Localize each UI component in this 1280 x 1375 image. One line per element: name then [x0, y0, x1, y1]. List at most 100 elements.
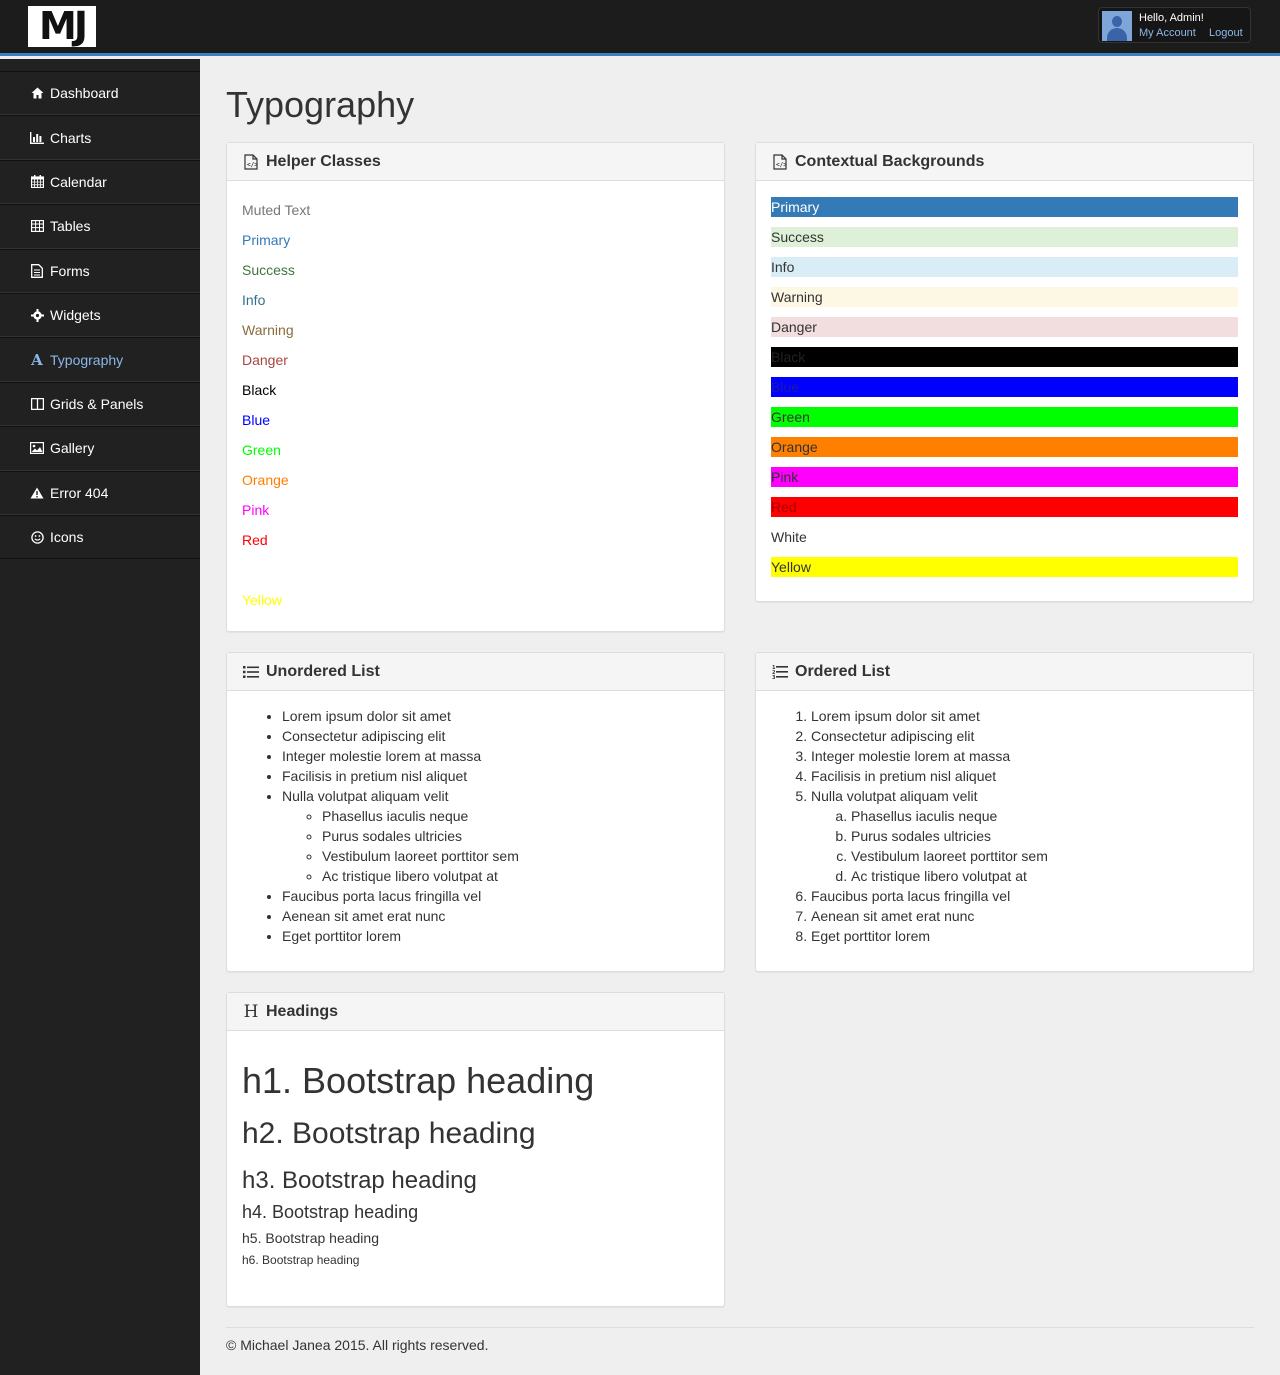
panel-heading: </> Contextual Backgrounds [756, 143, 1253, 181]
list-item: Vestibulum laoreet porttitor sem [851, 846, 1238, 866]
ordered-list-body: Lorem ipsum dolor sit ametConsectetur ad… [756, 691, 1253, 961]
panel-heading: </> Helper Classes [227, 143, 724, 181]
sidebar-item-charts[interactable]: Charts [0, 115, 200, 160]
list-item: Consectetur adipiscing elit [811, 726, 1238, 746]
font-icon: A [31, 350, 43, 369]
footer-divider [226, 1327, 1254, 1328]
list-item: Faucibus porta lacus fringilla vel [282, 886, 709, 906]
bg-blue: Blue [771, 377, 1238, 397]
gear-icon [30, 308, 44, 322]
file-code-icon: </> [243, 153, 259, 170]
page-title: Typography [226, 84, 415, 125]
heading-h5: h5. Bootstrap heading [242, 1230, 379, 1246]
list-item: Aenean sit amet erat nunc [282, 906, 709, 926]
bg-green: Green [771, 407, 1238, 427]
smile-icon [30, 530, 44, 544]
sidebar-item-grids-panels[interactable]: Grids & Panels [0, 381, 200, 427]
helper-text-green: Green [242, 442, 281, 458]
sidebar-item-gallery[interactable]: Gallery [0, 426, 200, 471]
bg-primary: Primary [771, 197, 1238, 217]
bg-pink: Pink [771, 467, 1238, 487]
sidebar-item-dashboard[interactable]: Dashboard [0, 71, 200, 116]
nested-list: Phasellus iaculis nequePurus sodales ult… [811, 806, 1238, 886]
list-item: Nulla volutpat aliquam velit Phasellus ia… [811, 786, 1238, 886]
list-item-text: Nulla volutpat aliquam velit [282, 788, 449, 804]
list-icon [243, 664, 259, 680]
panel-title: Helper Classes [266, 152, 381, 170]
warning-icon [30, 486, 44, 500]
helper-classes-panel: </> Helper Classes Muted Text Primary Succ… [226, 142, 725, 632]
bg-success: Success [771, 227, 1238, 247]
helper-text-pink: Pink [242, 502, 270, 518]
bg-black: Black [771, 347, 1238, 367]
footer-copyright: © Michael Janea 2015. All rights reserve… [226, 1337, 489, 1353]
logout-link[interactable]: Logout [1209, 27, 1243, 39]
sidebar-item-error-404[interactable]: Error 404 [0, 470, 200, 515]
sidebar-item-label: Forms [50, 262, 90, 279]
user-menu: Hello, Admin! My Account Logout [1098, 7, 1251, 43]
svg-text:</>: </> [776, 161, 787, 168]
panel-title: Headings [266, 1002, 339, 1020]
bg-info: Info [771, 257, 1238, 277]
sidebar-item-label: Error 404 [50, 484, 109, 501]
list-item: Phasellus iaculis neque [322, 806, 709, 826]
sidebar-item-label: Calendar [50, 173, 107, 190]
sidebar-item-icons[interactable]: Icons [0, 514, 200, 560]
list-item: Faucibus porta lacus fringilla vel [811, 886, 1238, 906]
list-item: Ac tristique libero volutpat at [322, 866, 709, 886]
helper-text-success: Success [242, 262, 295, 278]
helper-text-warning: Warning [242, 322, 294, 338]
list-item: Facilisis in pretium nisl aliquet [811, 766, 1238, 786]
calendar-icon [30, 175, 44, 189]
svg-text:3: 3 [772, 675, 776, 680]
ordered-list-panel: 123 Ordered List Lorem ipsum dolor sit a… [755, 652, 1254, 972]
my-account-link[interactable]: My Account [1139, 27, 1196, 39]
heading-h1: h1. Bootstrap heading [242, 1060, 595, 1101]
home-icon [30, 86, 44, 100]
ordered-list: Lorem ipsum dolor sit ametConsectetur ad… [771, 706, 1238, 946]
list-item-text: Nulla volutpat aliquam velit [811, 788, 978, 804]
list-item: Integer molestie lorem at massa [282, 746, 709, 766]
sidebar-item-forms[interactable]: Forms [0, 248, 200, 293]
list-item: Consectetur adipiscing elit [282, 726, 709, 746]
contextual-backgrounds-panel: </> Contextual Backgrounds Primary Succes… [755, 142, 1254, 602]
helper-list: Muted Text Primary Success Info Warning Dange… [227, 181, 724, 629]
helper-text-black: Black [242, 382, 277, 398]
list-item: Aenean sit amet erat nunc [811, 906, 1238, 926]
sidebar-item-label: Grids & Panels [50, 395, 144, 412]
bg-warning: Warning [771, 287, 1238, 307]
table-icon [30, 219, 44, 233]
headings-panel: H Headings h1. Bootstrap heading h2. Boo… [226, 992, 725, 1307]
headings-body: h1. Bootstrap heading h2. Bootstrap head… [227, 1031, 724, 1268]
heading-h3: h3. Bootstrap heading [242, 1167, 477, 1194]
helper-text-yellow: Yellow [242, 592, 282, 608]
list-item: Lorem ipsum dolor sit amet [282, 706, 709, 726]
heading-h6: h6. Bootstrap heading [242, 1253, 360, 1267]
panel-heading: 123 Ordered List [756, 653, 1253, 691]
list-item: Vestibulum laoreet porttitor sem [322, 846, 709, 866]
sidebar-item-label: Icons [50, 529, 84, 546]
sidebar-item-typography[interactable]: A Typography [0, 337, 200, 382]
list-item: Purus sodales ultricies [322, 826, 709, 846]
bg-orange: Orange [771, 437, 1238, 457]
list-item: Integer molestie lorem at massa [811, 746, 1238, 766]
sidebar-item-tables[interactable]: Tables [0, 204, 200, 249]
sidebar-item-widgets[interactable]: Widgets [0, 292, 200, 338]
helper-text-primary: Primary [242, 232, 291, 248]
top-navbar: MJ Hello, Admin! My Account Logout [0, 0, 1280, 56]
panel-heading: H Headings [227, 993, 724, 1031]
heading-h4: h4. Bootstrap heading [242, 1202, 419, 1222]
panel-heading: Unordered List [227, 653, 724, 691]
sidebar-item-label: Gallery [50, 440, 95, 457]
header-icon: H [243, 1001, 259, 1022]
brand-logo[interactable]: MJ [28, 6, 96, 47]
list-item: Phasellus iaculis neque [851, 806, 1238, 826]
unordered-list-body: Lorem ipsum dolor sit ametConsectetur ad… [227, 691, 724, 961]
user-greeting: Hello, Admin! [1139, 12, 1204, 24]
bg-red: Red [771, 497, 1238, 517]
list-item: Eget porttitor lorem [282, 926, 709, 946]
helper-text-orange: Orange [242, 472, 289, 488]
sidebar-item-calendar[interactable]: Calendar [0, 159, 200, 205]
nested-list: Phasellus iaculis nequePurus sodales ult… [282, 806, 709, 886]
panel-title: Ordered List [795, 662, 891, 680]
